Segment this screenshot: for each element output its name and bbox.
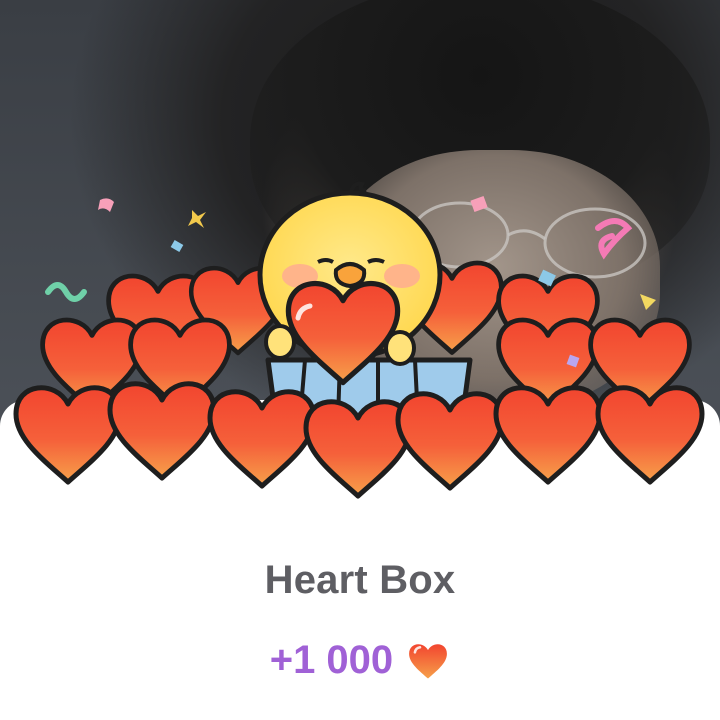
reward-amount: +1 000 bbox=[269, 637, 394, 682]
heart-icon bbox=[409, 644, 448, 679]
heart-box-screen: Heart Box +1 000 bbox=[0, 0, 720, 720]
reward-amount-row: +1 000 bbox=[0, 636, 720, 683]
popup-title: Heart Box bbox=[264, 558, 456, 602]
heart-box-illustration bbox=[0, 181, 720, 720]
